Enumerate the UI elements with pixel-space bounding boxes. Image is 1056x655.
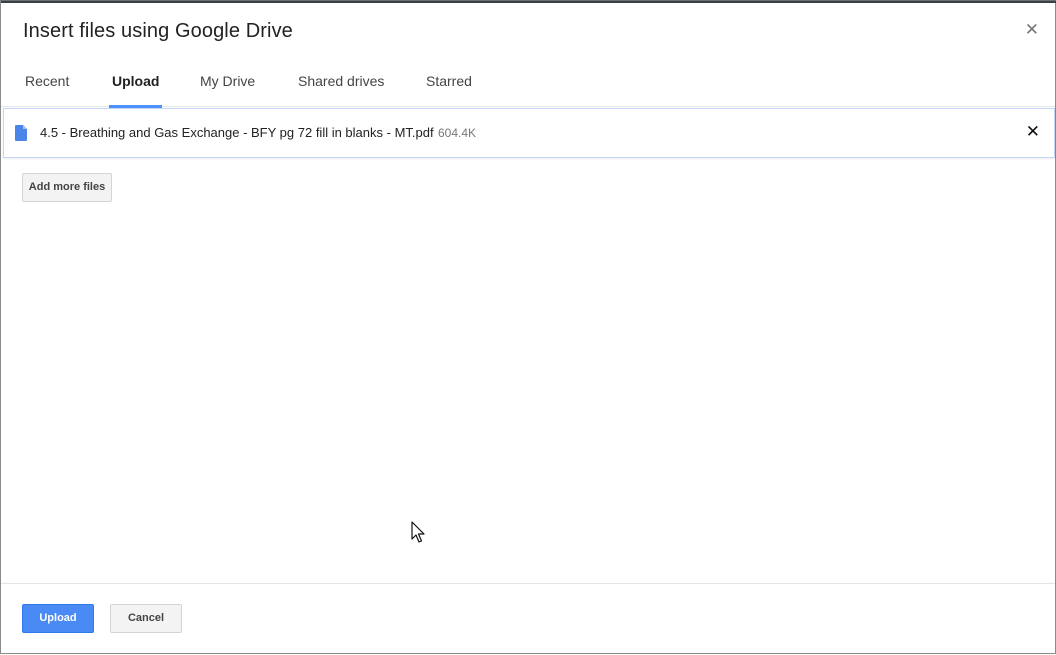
upload-button[interactable]: Upload [22,604,94,633]
dialog-footer: Upload Cancel [1,583,1055,655]
add-more-files-button[interactable]: Add more files [22,173,112,202]
tab-label: Shared drives [298,73,385,89]
dialog-title: Insert files using Google Drive [23,20,293,42]
tab-bar: Recent Upload My Drive Shared drives Sta… [1,55,1055,108]
cancel-button[interactable]: Cancel [110,604,182,633]
file-name: 4.5 - Breathing and Gas Exchange - BFY p… [40,125,434,140]
dialog-top-border [1,1,1056,3]
document-icon [15,125,27,141]
close-icon[interactable]: ✕ [1025,21,1039,39]
tab-recent[interactable]: Recent [25,55,69,107]
tab-label: Recent [25,73,70,89]
tab-starred[interactable]: Starred [426,55,472,107]
tab-upload[interactable]: Upload [109,55,163,108]
mouse-pointer-icon [411,521,425,543]
remove-file-icon[interactable]: ✕ [1026,123,1040,141]
upload-file-row: 4.5 - Breathing and Gas Exchange - BFY p… [3,108,1055,158]
tab-label: Starred [426,73,472,89]
tab-shared-drives[interactable]: Shared drives [298,55,384,107]
tab-label: My Drive [200,73,256,89]
insert-files-dialog: Insert files using Google Drive ✕ Recent… [0,0,1056,654]
tab-label: Upload [112,73,160,89]
tab-my-drive[interactable]: My Drive [200,55,255,107]
file-size: 604.4K [438,126,477,140]
